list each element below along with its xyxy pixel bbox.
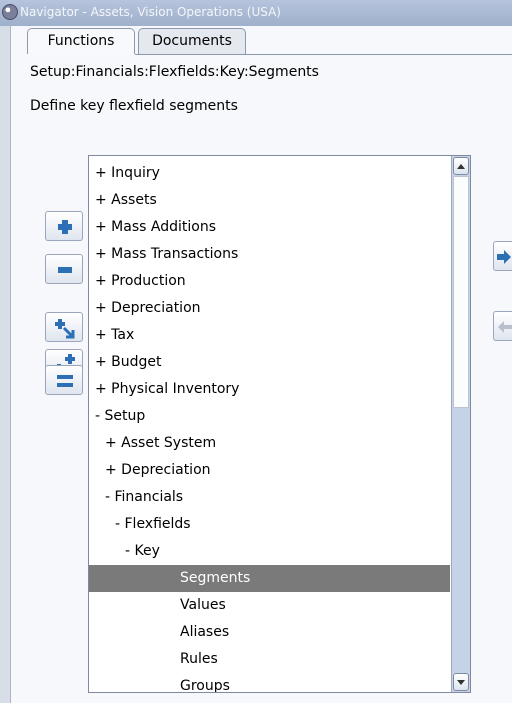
tree-item[interactable]: + Physical Inventory: [89, 376, 450, 403]
tree-item-label: + Tax: [95, 327, 135, 343]
tab-documents[interactable]: Documents: [138, 28, 246, 54]
oracle-app-icon: [2, 4, 18, 20]
expand-branch-icon: [55, 319, 75, 339]
tree-item-label: + Inquiry: [95, 165, 160, 181]
expand-branch-button[interactable]: [45, 312, 83, 342]
expand-icon: [58, 220, 72, 234]
tree-item-selected[interactable]: Segments: [89, 565, 450, 592]
tree-item-label: + Mass Additions: [95, 219, 216, 235]
tree-item[interactable]: + Inquiry: [89, 160, 450, 187]
collapse-all-button[interactable]: [45, 365, 83, 395]
tree-item[interactable]: Values: [89, 592, 450, 619]
tree-item[interactable]: + Mass Additions: [89, 214, 450, 241]
tree-item[interactable]: - Flexfields: [89, 511, 450, 538]
tab-documents-label: Documents: [152, 33, 232, 49]
tree-item-label: - Flexfields: [115, 516, 191, 532]
tree-item[interactable]: - Financials: [89, 484, 450, 511]
expand-button[interactable]: [45, 211, 83, 241]
tab-divider: [135, 54, 512, 55]
tree-item[interactable]: - Setup: [89, 403, 450, 430]
tree-item[interactable]: + Production: [89, 268, 450, 295]
tree-item-label: - Key: [125, 543, 160, 559]
tree-item[interactable]: + Assets: [89, 187, 450, 214]
tree-item-label: + Asset System: [105, 435, 217, 451]
tree-item-label: + Depreciation: [95, 300, 201, 316]
window-title: Navigator - Assets, Vision Operations (U…: [20, 5, 281, 19]
collapse-icon: [58, 267, 72, 273]
function-description: Define key flexfield segments: [30, 98, 238, 114]
tree-item[interactable]: + Mass Transactions: [89, 241, 450, 268]
tab-functions[interactable]: Functions: [27, 28, 135, 54]
tree-item[interactable]: + Asset System: [89, 430, 450, 457]
collapse-all-icon: [57, 375, 73, 387]
tree-item[interactable]: + Tax: [89, 322, 450, 349]
tree-item[interactable]: Aliases: [89, 619, 450, 646]
tree-item-label: Aliases: [180, 624, 230, 640]
tree-item-label: + Production: [95, 273, 186, 289]
tree-item-label: + Mass Transactions: [95, 246, 239, 262]
title-bar: Navigator - Assets, Vision Operations (U…: [0, 0, 512, 26]
tree-scrollbar[interactable]: [451, 156, 470, 692]
tree-item[interactable]: - Key: [89, 538, 450, 565]
scroll-down-icon: [457, 680, 465, 685]
remove-from-top-ten-button[interactable]: [493, 311, 512, 341]
tree-item-label: - Financials: [105, 489, 184, 505]
tree-item-label: Segments: [180, 570, 251, 586]
tree-item-label: + Assets: [95, 192, 157, 208]
function-path: Setup:Financials:Flexfields:Key:Segments: [30, 64, 319, 80]
tree-item[interactable]: + Budget: [89, 349, 450, 376]
tree-item-label: Groups: [180, 678, 230, 693]
tree-item[interactable]: + Depreciation: [89, 457, 450, 484]
add-to-top-ten-button[interactable]: [493, 241, 512, 271]
scroll-up-button[interactable]: [453, 157, 469, 175]
tree-item-label: Rules: [180, 651, 218, 667]
tree-item[interactable]: + Depreciation: [89, 295, 450, 322]
add-to-top-ten-icon: [497, 250, 511, 264]
scroll-thumb[interactable]: [453, 176, 469, 408]
tree-item[interactable]: Rules: [89, 646, 450, 673]
collapse-button[interactable]: [45, 254, 83, 284]
tree-item-label: + Depreciation: [105, 462, 211, 478]
remove-from-top-ten-icon: [498, 321, 512, 333]
tree-item-label: Values: [180, 597, 226, 613]
tree-item-label: - Setup: [95, 408, 146, 424]
tree-item[interactable]: Groups: [89, 673, 450, 693]
tree-item-label: + Physical Inventory: [95, 381, 240, 397]
function-tree[interactable]: + Inquiry + Assets + Mass Additions + Mass …: [88, 155, 471, 693]
tree-item-label: + Budget: [95, 354, 162, 370]
scroll-down-button[interactable]: [453, 673, 469, 691]
tab-functions-label: Functions: [47, 33, 115, 49]
scroll-up-icon: [457, 164, 465, 169]
